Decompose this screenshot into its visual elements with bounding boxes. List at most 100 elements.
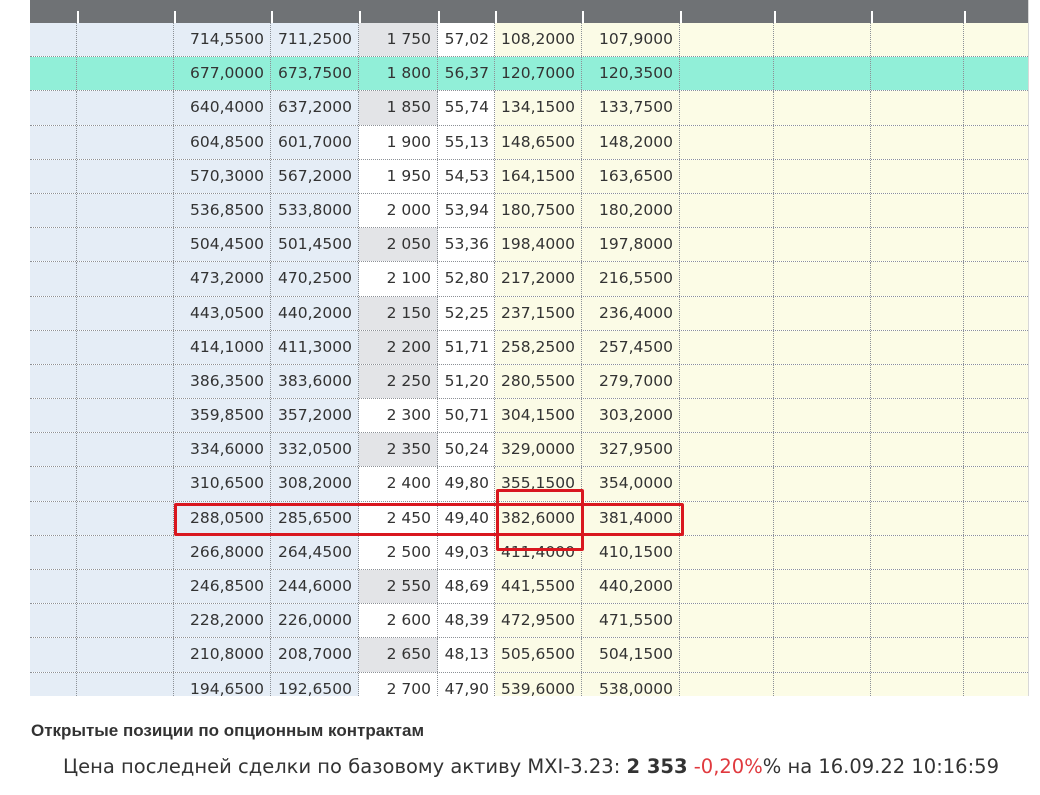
- table-row[interactable]: 536,8500 533,8000 2 000 53,94 180,7500 180,20…: [30, 193, 1028, 229]
- header-separator: [174, 11, 176, 23]
- put-extra-cell-1: [680, 23, 774, 57]
- call-extra-cell-1: [30, 501, 77, 535]
- call-extra-cell-2: [77, 638, 174, 672]
- table-row[interactable]: 334,6000 332,0500 2 350 50,24 329,0000 327,95…: [30, 433, 1028, 468]
- put-ask-cell: 327,9500: [582, 433, 680, 467]
- header-separator: [438, 11, 440, 23]
- table-row[interactable]: 504,4500 501,4500 2 050 53,36 198,4000 197,80…: [30, 228, 1028, 263]
- call-extra-cell-2: [77, 399, 174, 433]
- put-bid-cell: 441,5500: [495, 570, 582, 604]
- table-row[interactable]: 640,4000 637,2000 1 850 55,74 134,1500 133,75…: [30, 91, 1028, 126]
- put-extra-cell-3: [871, 433, 964, 467]
- put-extra-cell-3: [871, 159, 964, 193]
- table-row[interactable]: 228,2000 226,0000 2 600 48,39 472,9500 471,55…: [30, 604, 1028, 639]
- call-ask-cell: 208,7000: [271, 638, 359, 672]
- volatility-cell: 57,02: [438, 23, 495, 57]
- call-extra-cell-2: [77, 330, 174, 364]
- call-extra-cell-1: [30, 672, 77, 696]
- header-separator: [77, 11, 79, 23]
- table-row[interactable]: 570,3000 567,2000 1 950 54,53 164,1500 163,65…: [30, 159, 1028, 194]
- strike-cell: 2 600: [359, 604, 438, 638]
- call-ask-cell: 711,2500: [271, 23, 359, 57]
- table-row[interactable]: 443,0500 440,2000 2 150 52,25 237,1500 236,40…: [30, 296, 1028, 331]
- put-extra-cell-4: [964, 262, 1028, 296]
- call-ask-cell: 673,7500: [271, 57, 359, 91]
- put-ask-cell: 279,7000: [582, 364, 680, 399]
- put-extra-cell-3: [871, 193, 964, 228]
- put-extra-cell-1: [680, 296, 774, 330]
- annotation-cell-box: [496, 489, 584, 551]
- volatility-cell: 48,69: [438, 570, 495, 604]
- put-ask-cell: 504,1500: [582, 638, 680, 672]
- strike-cell: 2 000: [359, 193, 438, 228]
- put-ask-cell: 354,0000: [582, 467, 680, 501]
- table-row[interactable]: 473,2000 470,2500 2 100 52,80 217,2000 216,55…: [30, 262, 1028, 297]
- table-row[interactable]: 210,8000 208,7000 2 650 48,13 505,6500 504,15…: [30, 638, 1028, 673]
- call-bid-cell: 334,6000: [174, 433, 271, 467]
- strike-cell: 1 900: [359, 125, 438, 159]
- put-extra-cell-2: [774, 57, 871, 91]
- call-bid-cell: 504,4500: [174, 228, 271, 262]
- last-trade-change: -0,20%: [693, 755, 763, 778]
- call-ask-cell: 501,4500: [271, 228, 359, 262]
- put-bid-cell: 304,1500: [495, 399, 582, 433]
- table-row[interactable]: 194,6500 192,6500 2 700 47,90 539,6000 538,00…: [30, 672, 1028, 696]
- put-extra-cell-1: [680, 467, 774, 501]
- call-extra-cell-2: [77, 433, 174, 467]
- call-bid-cell: 604,8500: [174, 125, 271, 159]
- put-extra-cell-1: [680, 399, 774, 433]
- put-bid-cell: 217,2000: [495, 262, 582, 296]
- put-extra-cell-2: [774, 91, 871, 125]
- put-extra-cell-4: [964, 159, 1028, 193]
- put-extra-cell-4: [964, 296, 1028, 330]
- call-extra-cell-1: [30, 125, 77, 159]
- volatility-cell: 53,94: [438, 193, 495, 228]
- table-row[interactable]: 246,8500 244,6000 2 550 48,69 441,5500 440,20…: [30, 570, 1028, 605]
- call-ask-cell: 383,6000: [271, 364, 359, 399]
- table-row[interactable]: 359,8500 357,2000 2 300 50,71 304,1500 303,20…: [30, 399, 1028, 434]
- strike-cell: 1 850: [359, 91, 438, 125]
- call-extra-cell-1: [30, 159, 77, 193]
- table-row[interactable]: 414,1000 411,3000 2 200 51,71 258,2500 257,45…: [30, 330, 1028, 365]
- header-separator: [680, 11, 682, 23]
- put-extra-cell-2: [774, 364, 871, 399]
- put-extra-cell-1: [680, 638, 774, 672]
- put-bid-cell: 134,1500: [495, 91, 582, 125]
- table-row[interactable]: 714,5500 711,2500 1 750 57,02 108,2000 107,90…: [30, 23, 1028, 58]
- call-extra-cell-2: [77, 604, 174, 638]
- table-row[interactable]: 386,3500 383,6000 2 250 51,20 280,5500 279,70…: [30, 364, 1028, 400]
- put-extra-cell-4: [964, 91, 1028, 125]
- call-extra-cell-1: [30, 296, 77, 330]
- call-extra-cell-1: [30, 262, 77, 296]
- call-bid-cell: 310,6500: [174, 467, 271, 501]
- call-extra-cell-2: [77, 364, 174, 399]
- put-bid-cell: 280,5500: [495, 364, 582, 399]
- put-extra-cell-4: [964, 125, 1028, 159]
- put-extra-cell-1: [680, 330, 774, 364]
- put-extra-cell-3: [871, 262, 964, 296]
- put-extra-cell-3: [871, 638, 964, 672]
- table-row[interactable]: 604,8500 601,7000 1 900 55,13 148,6500 148,20…: [30, 125, 1028, 160]
- put-bid-cell: 120,7000: [495, 57, 582, 91]
- call-ask-cell: 308,2000: [271, 467, 359, 501]
- put-extra-cell-3: [871, 91, 964, 125]
- put-ask-cell: 107,9000: [582, 23, 680, 57]
- volatility-cell: 47,90: [438, 672, 495, 696]
- put-extra-cell-3: [871, 296, 964, 330]
- call-bid-cell: 443,0500: [174, 296, 271, 330]
- put-extra-cell-4: [964, 23, 1028, 57]
- put-extra-cell-3: [871, 570, 964, 604]
- put-ask-cell: 303,2000: [582, 399, 680, 433]
- table-row[interactable]: 677,0000 673,7500 1 800 56,37 120,7000 120,35…: [30, 57, 1028, 92]
- call-extra-cell-2: [77, 159, 174, 193]
- put-ask-cell: 197,8000: [582, 228, 680, 262]
- call-extra-cell-2: [77, 125, 174, 159]
- put-bid-cell: 164,1500: [495, 159, 582, 193]
- call-ask-cell: 411,3000: [271, 330, 359, 364]
- call-extra-cell-1: [30, 433, 77, 467]
- put-bid-cell: 329,0000: [495, 433, 582, 467]
- strike-cell: 2 700: [359, 672, 438, 696]
- call-extra-cell-1: [30, 330, 77, 364]
- put-ask-cell: 538,0000: [582, 672, 680, 696]
- options-board: 714,5500 711,2500 1 750 57,02 108,2000 107,90…: [30, 0, 1029, 696]
